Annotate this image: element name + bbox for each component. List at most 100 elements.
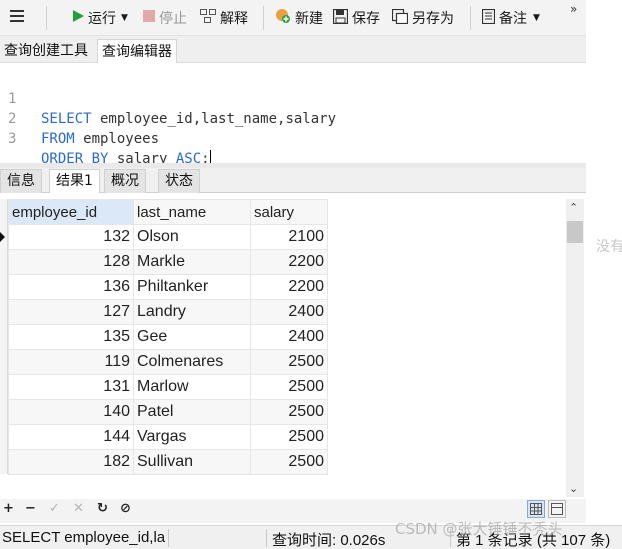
cell-last-name[interactable]: Vargas [133,424,251,450]
cell-last-name[interactable]: Sullivan [133,449,251,475]
table-row[interactable]: 144 Vargas 2500 [8,424,328,450]
cell-employee-id[interactable]: 182 [8,449,134,475]
new-label: 新建 [295,11,323,27]
vertical-scrollbar[interactable]: ⌃ ⌄ [566,199,584,497]
save-label: 保存 [352,11,380,27]
explain-icon [200,9,216,27]
stop-button[interactable]: 停止 [143,7,187,29]
cell-last-name[interactable]: Philtanker [133,274,251,300]
column-header-salary[interactable]: salary [250,199,328,225]
chevron-down-icon[interactable]: ▼ [533,13,540,23]
cell-employee-id[interactable]: 127 [8,299,134,325]
table-row[interactable]: 140 Patel 2500 [8,399,328,425]
stop-label: 停止 [159,11,187,27]
column-header-last-name[interactable]: last_name [133,199,251,225]
cell-salary[interactable]: 2500 [250,374,328,400]
table-row[interactable]: 132 Olson 2100 [8,224,328,250]
status-divider [266,529,267,547]
tab-info[interactable]: 信息 [0,169,42,193]
play-icon [72,10,84,26]
save-as-button[interactable]: 另存为 [391,7,454,29]
cell-salary[interactable]: 2500 [250,349,328,375]
sql-editor[interactable]: 1 SELECT employee_id,last_name,salary 2 … [0,63,586,167]
notes-label: 备注 [499,11,527,27]
add-record-icon[interactable]: + [3,501,14,516]
cell-employee-id[interactable]: 135 [8,324,134,350]
apply-changes-icon[interactable]: ✓ [49,501,60,516]
table-row[interactable]: 131 Marlow 2500 [8,374,328,400]
cell-employee-id[interactable]: 131 [8,374,134,400]
sql-keyword: SELECT [41,111,92,127]
watermark: CSDN @张大锤锤不秃头 [395,520,563,538]
cell-last-name[interactable]: Colmenares [133,349,251,375]
scroll-down-icon[interactable]: ⌄ [569,482,578,495]
explain-label: 解释 [220,11,248,27]
cell-last-name[interactable]: Gee [133,324,251,350]
cell-last-name[interactable]: Patel [133,399,251,425]
discard-changes-icon[interactable]: ✕ [73,501,84,516]
cell-employee-id[interactable]: 140 [8,399,134,425]
toolbar-divider [46,6,47,30]
tab-query-builder[interactable]: 查询创建工具 [0,39,92,63]
cell-employee-id[interactable]: 132 [8,224,134,250]
menu-icon[interactable] [10,10,24,24]
notes-button[interactable]: 备注 ▼ [481,7,540,29]
cell-last-name[interactable]: Landry [133,299,251,325]
delete-record-icon[interactable]: − [25,501,36,516]
current-row-indicator-icon [0,232,5,242]
header-row: employee_id last_name salary [8,199,328,225]
explain-button[interactable]: 解释 [200,7,248,29]
scroll-up-icon[interactable]: ⌃ [569,201,578,214]
cell-salary[interactable]: 2400 [250,324,328,350]
cell-last-name[interactable]: Marlow [133,374,251,400]
cell-salary[interactable]: 2500 [250,449,328,475]
notes-icon [481,8,496,28]
chevron-down-icon[interactable]: ▼ [121,13,128,23]
grid-view-button[interactable] [527,500,545,518]
cell-salary[interactable]: 2200 [250,274,328,300]
tab-result1[interactable]: 结果1 [49,169,100,193]
code-line: 2 FROM employees [0,89,159,147]
cell-employee-id[interactable]: 128 [8,249,134,275]
table-row[interactable]: 135 Gee 2400 [8,324,328,350]
result-grid: employee_id last_name salary 132 Olson 210… [8,199,328,475]
cell-last-name[interactable]: Olson [133,224,251,250]
table-row[interactable]: 128 Markle 2200 [8,249,328,275]
tab-status[interactable]: 状态 [158,169,200,193]
result-tab-bar: 信息 结果1 概况 状态 [0,168,586,193]
table-row[interactable]: 136 Philtanker 2200 [8,274,328,300]
code-text: SELECT employee_id,last_name,salary [41,109,336,129]
toolbar-divider [470,6,471,30]
scroll-thumb[interactable] [567,221,583,243]
cell-last-name[interactable]: Markle [133,249,251,275]
table-row[interactable]: 127 Landry 2400 [8,299,328,325]
save-button[interactable]: 保存 [332,7,380,29]
form-view-button[interactable] [548,500,566,518]
refresh-icon[interactable]: ↻ [97,501,108,516]
save-icon [332,8,349,28]
status-query-text: SELECT employee_id,la [2,529,166,546]
cell-salary[interactable]: 2500 [250,399,328,425]
sql-text: employee_id,last_name,salary [91,111,337,127]
cell-employee-id[interactable]: 119 [8,349,134,375]
tab-profile[interactable]: 概况 [104,169,146,193]
cell-salary[interactable]: 2500 [250,424,328,450]
toolbar-overflow-icon[interactable]: » [570,2,577,16]
run-button[interactable]: 运行 ▼ [72,7,128,29]
save-as-icon [391,8,409,28]
stop-icon [143,10,155,26]
form-view-icon [551,503,563,515]
cell-salary[interactable]: 2200 [250,249,328,275]
new-button[interactable]: 新建 [275,7,323,29]
table-row[interactable]: 182 Sullivan 2500 [8,449,328,475]
cell-salary[interactable]: 2400 [250,299,328,325]
cell-employee-id[interactable]: 144 [8,424,134,450]
table-row[interactable]: 119 Colmenares 2500 [8,349,328,375]
stop-query-icon[interactable]: ⊘ [120,501,131,516]
run-label: 运行 [88,11,116,27]
cell-employee-id[interactable]: 136 [8,274,134,300]
side-panel-text: 没有 [596,239,622,255]
cell-salary[interactable]: 2100 [250,224,328,250]
tab-query-editor[interactable]: 查询编辑器 [97,39,177,63]
column-header-employee-id[interactable]: employee_id [8,199,134,225]
